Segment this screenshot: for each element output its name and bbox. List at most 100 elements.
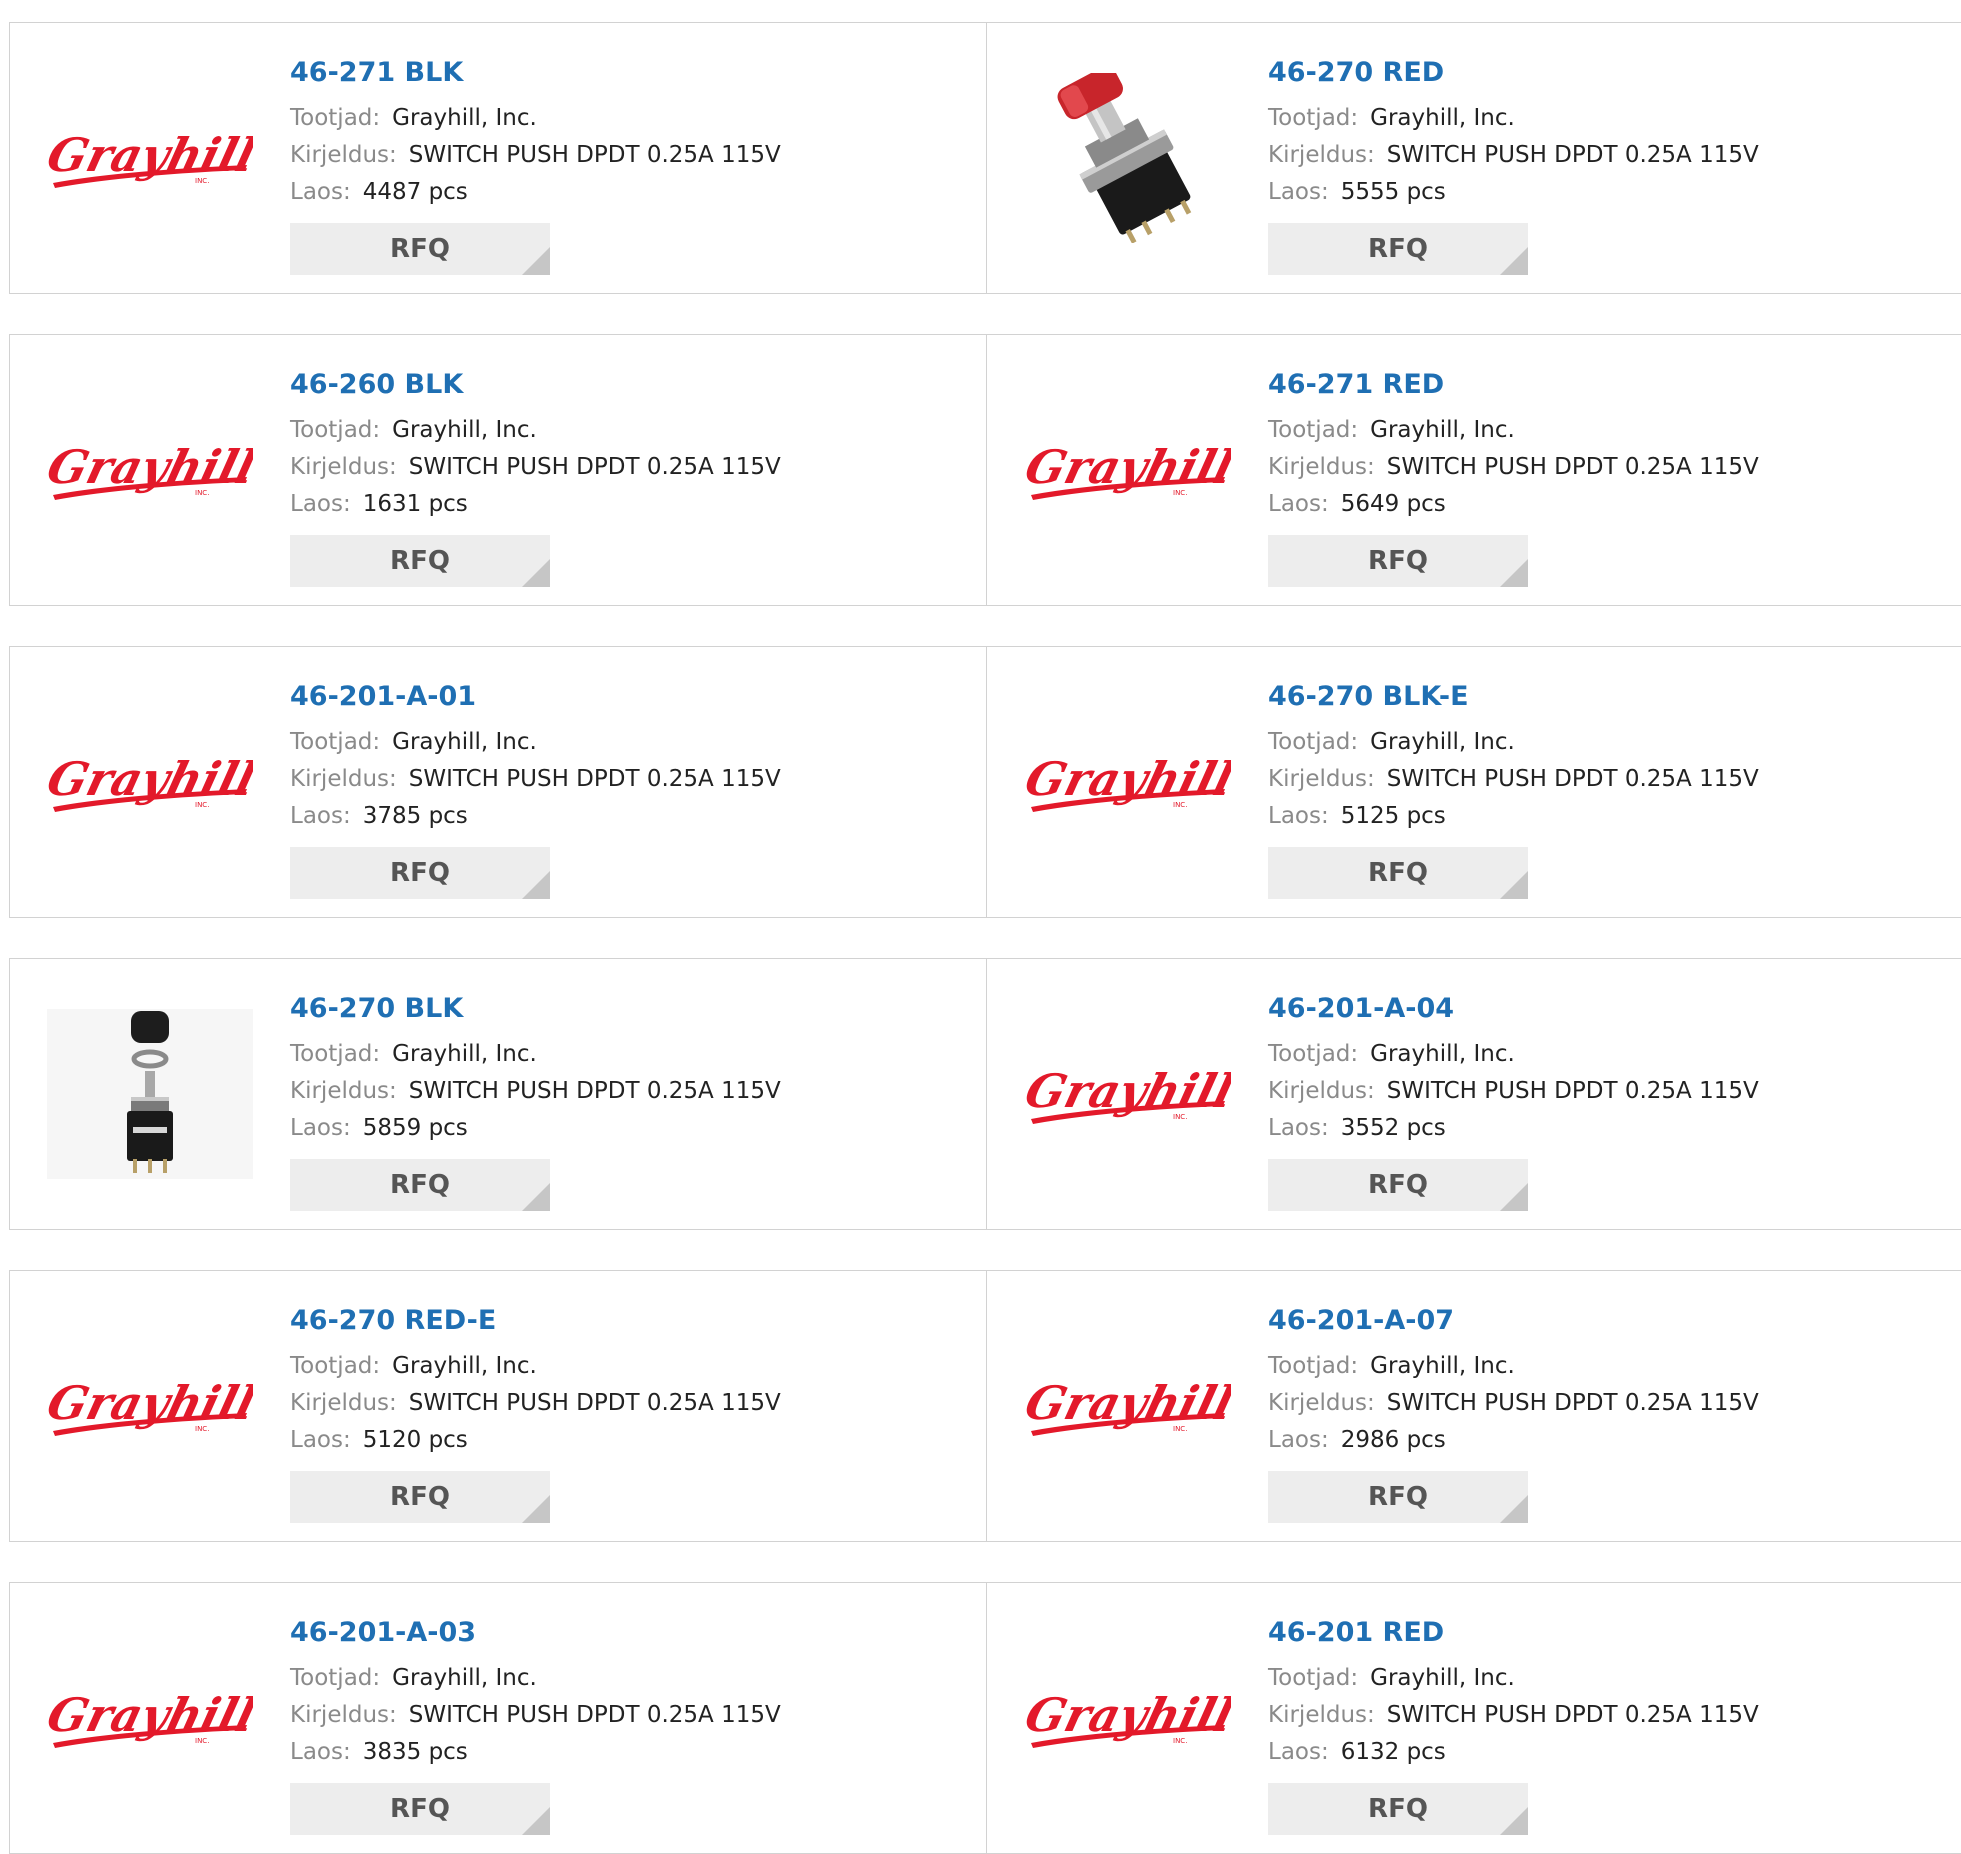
stock-value: 4487 pcs	[362, 179, 468, 205]
rfq-button[interactable]: RFQ	[1268, 847, 1528, 899]
product-card: Grayhill INC. 46-201-A-01 Tootjad: Grayhil…	[9, 647, 986, 917]
manufacturer-value: Grayhill, Inc.	[392, 1665, 537, 1691]
rfq-button[interactable]: RFQ	[290, 847, 550, 899]
product-part-link[interactable]: 46-260 BLK	[290, 369, 463, 400]
stock-value: 5125 pcs	[1340, 803, 1446, 829]
corner-triangle-icon	[522, 247, 550, 275]
product-card: Grayhill INC. 46-271 BLK Tootjad: Grayhill…	[9, 23, 986, 293]
product-card: 46-270 RED Tootjad: Grayhill, Inc. Kirjeldu…	[986, 23, 1961, 293]
product-row: Grayhill INC. 46-271 BLK Tootjad: Grayhill…	[9, 22, 1961, 294]
rfq-button[interactable]: RFQ	[290, 535, 550, 587]
product-image[interactable]: Grayhill INC.	[47, 697, 253, 867]
product-image[interactable]: Grayhill INC.	[47, 1321, 253, 1491]
product-image[interactable]: Grayhill INC.	[1025, 1633, 1231, 1803]
stock-value: 6132 pcs	[1340, 1739, 1446, 1765]
svg-text:INC.: INC.	[195, 1425, 209, 1433]
stock-row: Laos: 3835 pcs	[290, 1739, 468, 1765]
product-part-link[interactable]: 46-201-A-03	[290, 1617, 476, 1648]
description-label: Kirjeldus:	[1268, 1390, 1375, 1416]
description-row: Kirjeldus: SWITCH PUSH DPDT 0.25A 115V	[290, 1390, 781, 1416]
description-label: Kirjeldus:	[290, 1702, 397, 1728]
product-part-link[interactable]: 46-201 RED	[1268, 1617, 1444, 1648]
product-image[interactable]: Grayhill INC.	[47, 1633, 253, 1803]
stock-row: Laos: 5125 pcs	[1268, 803, 1446, 829]
product-part-link[interactable]: 46-201-A-01	[290, 681, 476, 712]
product-image[interactable]: Grayhill INC.	[47, 73, 253, 243]
rfq-button[interactable]: RFQ	[1268, 1159, 1528, 1211]
rfq-button[interactable]: RFQ	[1268, 1783, 1528, 1835]
product-image[interactable]	[47, 1009, 253, 1179]
svg-text:INC.: INC.	[1173, 489, 1187, 497]
corner-triangle-icon	[1500, 1183, 1528, 1211]
push-switch-black-photo	[47, 1009, 253, 1179]
description-value: SWITCH PUSH DPDT 0.25A 115V	[408, 1702, 781, 1728]
product-part-link[interactable]: 46-271 BLK	[290, 57, 463, 88]
stock-row: Laos: 3785 pcs	[290, 803, 468, 829]
product-image[interactable]	[1025, 73, 1231, 243]
description-value: SWITCH PUSH DPDT 0.25A 115V	[408, 1078, 781, 1104]
rfq-button[interactable]: RFQ	[290, 1159, 550, 1211]
product-card: Grayhill INC. 46-270 BLK-E Tootjad: Grayhi…	[986, 647, 1961, 917]
stock-value: 3785 pcs	[362, 803, 468, 829]
description-label: Kirjeldus:	[1268, 1702, 1375, 1728]
product-part-link[interactable]: 46-201-A-07	[1268, 1305, 1454, 1336]
svg-text:Grayhill: Grayhill	[1025, 441, 1231, 495]
manufacturer-row: Tootjad: Grayhill, Inc.	[290, 1041, 537, 1067]
svg-text:Grayhill: Grayhill	[47, 1689, 253, 1743]
product-card: Grayhill INC. 46-270 RED-E Tootjad: Grayhi…	[9, 1271, 986, 1541]
stock-row: Laos: 5120 pcs	[290, 1427, 468, 1453]
description-row: Kirjeldus: SWITCH PUSH DPDT 0.25A 115V	[290, 1702, 781, 1728]
corner-triangle-icon	[522, 559, 550, 587]
rfq-label: RFQ	[1368, 234, 1428, 264]
svg-text:Grayhill: Grayhill	[47, 753, 253, 807]
rfq-button[interactable]: RFQ	[1268, 1471, 1528, 1523]
product-part-link[interactable]: 46-271 RED	[1268, 369, 1444, 400]
manufacturer-label: Tootjad:	[290, 105, 381, 131]
manufacturer-label: Tootjad:	[1268, 729, 1359, 755]
manufacturer-label: Tootjad:	[1268, 1353, 1359, 1379]
rfq-button[interactable]: RFQ	[290, 1783, 550, 1835]
description-row: Kirjeldus: SWITCH PUSH DPDT 0.25A 115V	[290, 454, 781, 480]
description-row: Kirjeldus: SWITCH PUSH DPDT 0.25A 115V	[1268, 454, 1759, 480]
description-value: SWITCH PUSH DPDT 0.25A 115V	[1386, 454, 1759, 480]
stock-label: Laos:	[1268, 1427, 1329, 1453]
rfq-button[interactable]: RFQ	[290, 223, 550, 275]
description-label: Kirjeldus:	[290, 766, 397, 792]
stock-row: Laos: 5859 pcs	[290, 1115, 468, 1141]
stock-value: 2986 pcs	[1340, 1427, 1446, 1453]
grayhill-logo: Grayhill INC.	[1025, 1689, 1231, 1748]
rfq-label: RFQ	[390, 858, 450, 888]
manufacturer-row: Tootjad: Grayhill, Inc.	[1268, 1353, 1515, 1379]
grayhill-logo: Grayhill INC.	[1025, 441, 1231, 500]
corner-triangle-icon	[1500, 1495, 1528, 1523]
product-card: Grayhill INC. 46-201 RED Tootjad: Grayhill…	[986, 1583, 1961, 1853]
manufacturer-label: Tootjad:	[290, 729, 381, 755]
grayhill-logo: Grayhill INC.	[1025, 1065, 1231, 1124]
product-image[interactable]: Grayhill INC.	[1025, 1321, 1231, 1491]
product-part-link[interactable]: 46-270 RED-E	[290, 1305, 496, 1336]
manufacturer-value: Grayhill, Inc.	[1370, 1665, 1515, 1691]
product-part-link[interactable]: 46-270 BLK-E	[1268, 681, 1469, 712]
stock-row: Laos: 1631 pcs	[290, 491, 468, 517]
stock-row: Laos: 5649 pcs	[1268, 491, 1446, 517]
rfq-button[interactable]: RFQ	[1268, 223, 1528, 275]
product-part-link[interactable]: 46-201-A-04	[1268, 993, 1454, 1024]
corner-triangle-icon	[1500, 247, 1528, 275]
product-image[interactable]: Grayhill INC.	[47, 385, 253, 555]
corner-triangle-icon	[522, 871, 550, 899]
description-label: Kirjeldus:	[1268, 454, 1375, 480]
svg-text:Grayhill: Grayhill	[1025, 753, 1231, 807]
product-image[interactable]: Grayhill INC.	[1025, 697, 1231, 867]
grayhill-logo: Grayhill INC.	[47, 129, 253, 188]
stock-label: Laos:	[1268, 1115, 1329, 1141]
grayhill-logo: Grayhill INC.	[47, 1689, 253, 1748]
manufacturer-row: Tootjad: Grayhill, Inc.	[290, 729, 537, 755]
rfq-button[interactable]: RFQ	[290, 1471, 550, 1523]
product-part-link[interactable]: 46-270 BLK	[290, 993, 463, 1024]
description-label: Kirjeldus:	[290, 1078, 397, 1104]
product-part-link[interactable]: 46-270 RED	[1268, 57, 1444, 88]
rfq-button[interactable]: RFQ	[1268, 535, 1528, 587]
svg-text:INC.: INC.	[1173, 801, 1187, 809]
product-image[interactable]: Grayhill INC.	[1025, 385, 1231, 555]
product-image[interactable]: Grayhill INC.	[1025, 1009, 1231, 1179]
